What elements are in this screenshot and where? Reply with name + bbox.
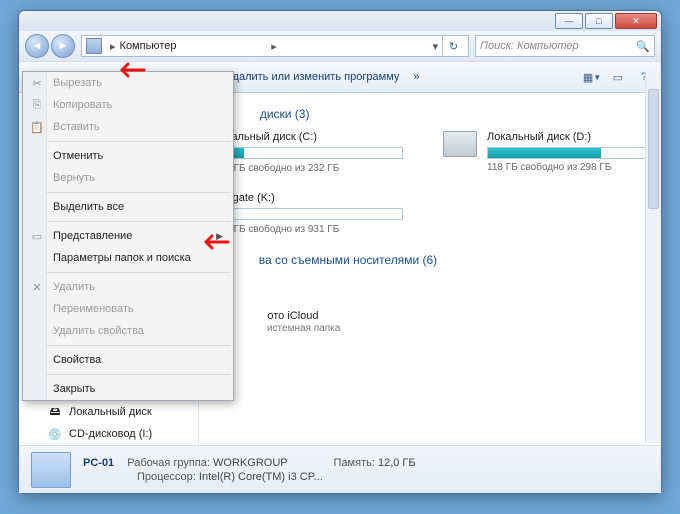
- maximize-button[interactable]: □: [585, 13, 613, 29]
- menu-remove-properties[interactable]: Удалить свойства: [23, 320, 233, 342]
- menu-close[interactable]: Закрыть: [23, 378, 233, 400]
- workgroup-value: WORKGROUP: [213, 457, 287, 469]
- folder-type: Системная папка: [259, 322, 340, 334]
- memory-value: 12,0 ГБ: [378, 457, 416, 469]
- nav-back-button[interactable]: ◄: [25, 34, 49, 58]
- sidebar-item-label: Локальный диск: [69, 406, 152, 418]
- section-removable: Устройства со съемными носителями (6): [213, 253, 647, 267]
- menu-select-all[interactable]: Выделить все: [23, 196, 233, 218]
- details-pane: PC-01 Рабочая группа: WORKGROUP Память: …: [19, 445, 661, 493]
- sidebar-item-label: CD-дисковод (I:): [69, 428, 152, 440]
- capacity-bar: [213, 208, 403, 220]
- drive-d[interactable]: Локальный диск (D:) 118 ГБ свободно из 2…: [443, 131, 633, 174]
- menu-label: Вернуть: [53, 172, 95, 184]
- memory-label: Память:: [334, 457, 375, 469]
- menu-layout[interactable]: ▭ Представление ▶: [23, 225, 233, 247]
- breadcrumb-computer[interactable]: Компьютер: [120, 40, 268, 52]
- paste-icon: 📋: [29, 119, 45, 135]
- menu-properties[interactable]: Свойства: [23, 349, 233, 371]
- explorer-window: — □ ✕ ◄ ► ▸ Компьютер ▸ ▾ ↻ Поиск: Компь…: [18, 10, 662, 494]
- capacity-bar: [487, 147, 661, 159]
- computer-icon: [31, 452, 71, 488]
- workgroup-label: Рабочая группа:: [127, 457, 210, 469]
- copy-icon: ⎘: [29, 97, 45, 113]
- organize-menu: ✂ Вырезать ⎘ Копировать 📋 Вставить Отменить…: [22, 71, 234, 401]
- toolbar-overflow-button[interactable]: »: [413, 71, 419, 83]
- menu-label: Выделить все: [53, 201, 124, 213]
- minimize-button[interactable]: —: [555, 13, 583, 29]
- address-dropdown-icon[interactable]: ▾: [428, 40, 442, 53]
- drive-label: Локальный диск (C:): [213, 131, 403, 143]
- nav-buttons: ◄ ►: [25, 34, 75, 58]
- menu-label: Отменить: [53, 150, 103, 162]
- scrollbar-thumb[interactable]: [648, 89, 659, 209]
- submenu-arrow-icon: ▶: [216, 231, 223, 242]
- menu-paste[interactable]: 📋 Вставить: [23, 116, 233, 138]
- content-pane: Жесткие Жесткие диски (3)диски (3) Локал…: [199, 93, 661, 445]
- drive-c[interactable]: Локальный диск (C:) 195 ГБ свободно из 2…: [213, 131, 403, 174]
- sidebar-item-local-disk[interactable]: 🖴 Локальный диск: [19, 401, 198, 423]
- breadcrumb-chevron-icon[interactable]: ▸: [106, 40, 120, 53]
- search-placeholder: Поиск: Компьютер: [480, 40, 579, 52]
- layout-icon: ▭: [29, 228, 45, 244]
- menu-delete[interactable]: ✕ Удалить: [23, 276, 233, 298]
- drive-free-space: 118 ГБ свободно из 298 ГБ: [487, 162, 633, 173]
- drive-free-space: 195 ГБ свободно из 232 ГБ: [213, 162, 403, 174]
- delete-icon: ✕: [29, 279, 45, 295]
- vertical-scrollbar[interactable]: [645, 73, 661, 443]
- section-hard-drives: Жесткие Жесткие диски (3)диски (3): [213, 107, 647, 121]
- address-bar[interactable]: ▸ Компьютер ▸ ▾ ↻: [81, 35, 469, 57]
- cpu-label: Процессор:: [137, 471, 196, 483]
- preview-pane-button[interactable]: ▭: [609, 68, 627, 86]
- menu-label: Параметры папок и поиска: [53, 252, 191, 264]
- menu-undo[interactable]: Отменить: [23, 145, 233, 167]
- menu-redo[interactable]: Вернуть: [23, 167, 233, 189]
- menu-label: Вставить: [53, 121, 100, 133]
- breadcrumb-chevron-icon[interactable]: ▸: [267, 40, 281, 53]
- menu-label: Переименовать: [53, 303, 134, 315]
- address-bar-row: ◄ ► ▸ Компьютер ▸ ▾ ↻ Поиск: Компьютер 🔍: [19, 31, 661, 61]
- uninstall-program-button[interactable]: Удалить или изменить программу: [226, 71, 399, 83]
- capacity-bar: [213, 147, 403, 159]
- sidebar-item-cd-drive[interactable]: 💿 CD-дисковод (I:): [19, 423, 198, 445]
- drive-label: Локальный диск (D:): [487, 131, 633, 143]
- nav-forward-button[interactable]: ►: [51, 34, 75, 58]
- cpu-value: Intel(R) Core(TM) i3 CP...: [199, 471, 323, 483]
- icloud-photos-folder[interactable]: Фото iCloud Системная папка: [213, 307, 647, 337]
- pc-name: PC-01: [83, 457, 114, 469]
- menu-label: Закрыть: [53, 383, 95, 395]
- menu-label: Свойства: [53, 354, 101, 366]
- menu-label: Вырезать: [53, 77, 102, 89]
- menu-label: Представление: [53, 230, 132, 242]
- close-button[interactable]: ✕: [615, 13, 657, 29]
- search-input[interactable]: Поиск: Компьютер 🔍: [475, 35, 655, 57]
- drive-k[interactable]: Seagate (K:) 895 ГБ свободно из 931 ГБ: [213, 192, 403, 235]
- computer-icon: [86, 38, 102, 54]
- menu-cut[interactable]: ✂ Вырезать: [23, 72, 233, 94]
- search-icon: 🔍: [636, 40, 650, 53]
- menu-label: Копировать: [53, 99, 112, 111]
- titlebar: — □ ✕: [19, 11, 661, 31]
- menu-label: Удалить: [53, 281, 95, 293]
- folder-label: Фото iCloud: [259, 310, 340, 322]
- drive-free-space: 895 ГБ свободно из 931 ГБ: [213, 223, 403, 235]
- refresh-button[interactable]: ↻: [442, 35, 464, 57]
- drive-label: Seagate (K:): [213, 192, 403, 204]
- menu-label: Удалить свойства: [53, 325, 144, 337]
- menu-folder-options[interactable]: Параметры папок и поиска: [23, 247, 233, 269]
- view-mode-button[interactable]: ▦▼: [583, 68, 601, 86]
- drive-icon: 🖴: [47, 404, 63, 420]
- drive-icon: [443, 131, 477, 157]
- cut-icon: ✂: [29, 75, 45, 91]
- menu-copy[interactable]: ⎘ Копировать: [23, 94, 233, 116]
- menu-rename[interactable]: Переименовать: [23, 298, 233, 320]
- optical-drive-icon: 💿: [47, 426, 63, 442]
